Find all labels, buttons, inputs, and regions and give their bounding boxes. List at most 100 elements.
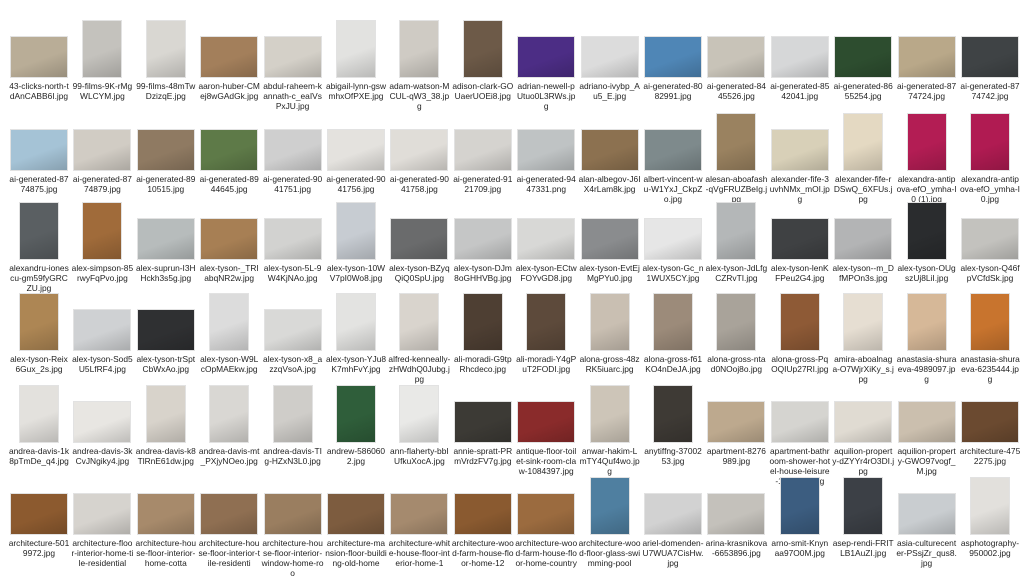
file-thumbnail[interactable] — [272, 385, 313, 443]
file-thumbnail[interactable] — [707, 401, 766, 443]
file-thumbnail[interactable] — [263, 129, 322, 171]
file-item[interactable]: adison-clark-GOUaerUOEi8.jpg — [452, 2, 514, 101]
file-thumbnail[interactable] — [897, 401, 956, 443]
file-item[interactable]: andrea-davis-mt_PXjyNOeo.jpg — [198, 367, 260, 466]
file-thumbnail[interactable] — [10, 36, 68, 78]
file-item[interactable]: alex-tyson-YJu8K7mhFvY.jpg — [325, 275, 387, 374]
file-thumbnail[interactable] — [834, 36, 893, 78]
file-item[interactable]: ai-generated-9121709.jpg — [452, 95, 514, 194]
file-thumbnail[interactable] — [73, 493, 132, 535]
file-thumbnail[interactable] — [653, 385, 693, 443]
file-item[interactable]: adriano-ivybp_Au5_E.jpg — [579, 2, 641, 101]
file-item[interactable]: ai-generated-8774875.jpg — [8, 95, 70, 194]
file-item[interactable]: alex-tyson-x8_azzqVsoA.jpg — [262, 275, 324, 374]
file-item[interactable]: alex-tyson-5L-9W4KjNAo.jpg — [262, 184, 324, 283]
file-thumbnail[interactable] — [517, 218, 576, 260]
file-thumbnail[interactable] — [517, 129, 576, 171]
file-thumbnail[interactable] — [517, 493, 576, 535]
file-item[interactable]: asphotography-950002.jpg — [959, 459, 1021, 558]
file-thumbnail[interactable] — [10, 129, 68, 171]
file-thumbnail[interactable] — [906, 113, 947, 171]
file-thumbnail[interactable] — [82, 202, 123, 260]
file-thumbnail[interactable] — [19, 293, 59, 351]
file-item[interactable]: ai-generated-8910515.jpg — [135, 95, 197, 194]
file-item[interactable]: ai-generated-9041751.jpg — [262, 95, 324, 194]
file-thumbnail[interactable] — [200, 129, 259, 171]
file-item[interactable]: alex-tyson-DJm8oGHHVBg.jpg — [452, 184, 514, 283]
file-thumbnail[interactable] — [336, 202, 376, 260]
file-thumbnail[interactable] — [834, 401, 893, 443]
file-thumbnail[interactable] — [462, 293, 503, 351]
file-item[interactable]: alex-tyson-lenKFPeu2G4.jpg — [769, 184, 831, 283]
file-item[interactable]: architecture-floor-interior-home-tile-re… — [71, 459, 133, 568]
file-item[interactable]: 99-films-9K-rMgWLCYM.jpg — [71, 2, 133, 101]
file-thumbnail[interactable] — [906, 293, 947, 351]
file-item[interactable]: alona-gross-48zRK5iuarc.jpg — [579, 275, 641, 374]
file-thumbnail[interactable] — [843, 477, 884, 535]
file-thumbnail[interactable] — [19, 202, 59, 260]
file-thumbnail[interactable] — [779, 293, 820, 351]
file-thumbnail[interactable] — [336, 293, 376, 351]
file-item[interactable]: architecture-wood-farm-house-floor-home-… — [452, 459, 514, 568]
file-thumbnail[interactable] — [263, 36, 322, 78]
file-thumbnail[interactable] — [453, 401, 512, 443]
file-item[interactable]: architecture-wood-floor-glass-swimming-p… — [579, 459, 641, 568]
file-thumbnail[interactable] — [580, 218, 639, 260]
file-item[interactable]: abigail-lynn-gswmhxOfPXE.jpg — [325, 2, 387, 101]
file-thumbnail[interactable] — [580, 36, 639, 78]
file-item[interactable]: alex-tyson-Sod5U5LfRF4.jpg — [71, 275, 133, 374]
file-item[interactable]: ai-generated-8774879.jpg — [71, 95, 133, 194]
file-thumbnail[interactable] — [580, 129, 639, 171]
file-item[interactable]: architecture-house-floor-interior-tile-r… — [198, 459, 260, 568]
file-thumbnail[interactable] — [970, 477, 1010, 535]
file-thumbnail[interactable] — [263, 218, 322, 260]
file-item[interactable]: alex-tyson-EvtEjMgPYu0.jpg — [579, 184, 641, 283]
file-thumbnail[interactable] — [644, 129, 702, 171]
file-thumbnail[interactable] — [644, 493, 702, 535]
file-item[interactable]: architecture-wood-farm-house-floor-home-… — [515, 459, 577, 568]
file-thumbnail[interactable] — [136, 129, 195, 171]
file-thumbnail[interactable] — [336, 20, 376, 78]
file-thumbnail[interactable] — [73, 309, 132, 351]
file-item[interactable]: architecture-white-house-floor-interior-… — [388, 459, 450, 568]
file-thumbnail[interactable] — [906, 202, 947, 260]
file-item[interactable]: arno-smit-Knyn aa97O0M.jpg — [769, 459, 831, 558]
file-thumbnail[interactable] — [399, 385, 440, 443]
file-thumbnail[interactable] — [779, 477, 820, 535]
file-item[interactable]: ai-generated-9041756.jpg — [325, 95, 387, 194]
file-thumbnail[interactable] — [200, 493, 259, 535]
file-item[interactable]: ali-moradi-Y4gPuT2FODI.jpg — [515, 275, 577, 374]
file-thumbnail[interactable] — [589, 293, 630, 351]
file-item[interactable]: ai-generated-8542041.jpg — [769, 2, 831, 101]
file-item[interactable]: architecture-4752275.jpg — [959, 367, 1021, 466]
file-thumbnail[interactable] — [73, 129, 132, 171]
file-thumbnail[interactable] — [770, 218, 829, 260]
file-item[interactable]: alex-tyson-10WV7pI0Wo8.jpg — [325, 184, 387, 283]
file-thumbnail[interactable] — [327, 129, 385, 171]
file-item[interactable]: ai-generated-8445526.jpg — [705, 2, 767, 101]
file-thumbnail[interactable] — [961, 36, 1019, 78]
file-thumbnail[interactable] — [517, 401, 576, 443]
file-thumbnail[interactable] — [19, 385, 59, 443]
file-thumbnail[interactable] — [897, 493, 956, 535]
file-item[interactable]: architecture-mansion-floor-building-old-… — [325, 459, 387, 568]
file-thumbnail[interactable] — [644, 218, 702, 260]
file-thumbnail[interactable] — [390, 493, 449, 535]
file-thumbnail[interactable] — [716, 293, 757, 351]
file-item[interactable]: apartment-8276989.jpg — [705, 367, 767, 466]
file-thumbnail[interactable] — [10, 493, 68, 535]
file-item[interactable]: alex-tyson-Reix6Gux_2s.jpg — [8, 275, 70, 374]
file-thumbnail[interactable] — [263, 493, 322, 535]
file-thumbnail[interactable] — [644, 36, 702, 78]
file-item[interactable]: asia-culturecenter-PSsjZr_qus8.jpg — [896, 459, 958, 568]
file-item[interactable]: alona-gross-ntad0NOoj8o.jpg — [705, 275, 767, 374]
file-thumbnail[interactable] — [770, 129, 829, 171]
file-item[interactable]: alex-tyson-OUgszUj8LiI.jpg — [896, 184, 958, 283]
file-thumbnail[interactable] — [136, 493, 195, 535]
file-thumbnail[interactable] — [209, 293, 250, 351]
file-item[interactable]: ai-generated-8944645.jpg — [198, 95, 260, 194]
file-thumbnail[interactable] — [589, 385, 630, 443]
file-item[interactable]: alex-tyson-JdLfgCZRvTI.jpg — [705, 184, 767, 283]
file-thumbnail[interactable] — [843, 113, 884, 171]
file-item[interactable]: aaron-huber-CMej8wGAdGk.jpg — [198, 2, 260, 101]
